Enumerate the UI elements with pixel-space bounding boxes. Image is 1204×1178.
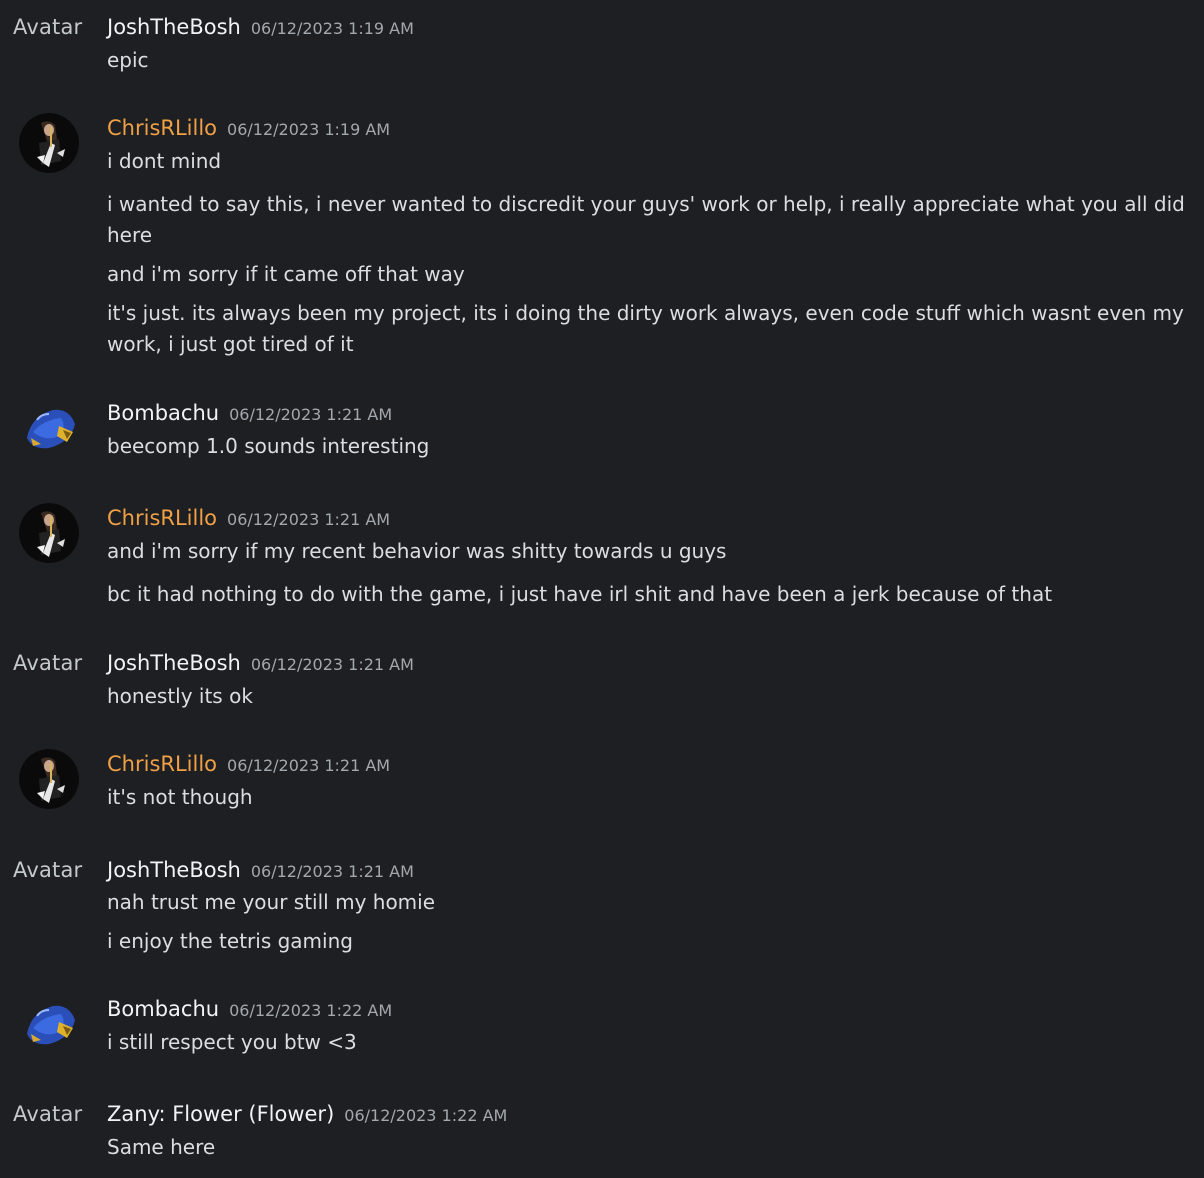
message-header: Bombachu 06/12/2023 1:21 AM [107,398,392,428]
message-header: ChrisRLillo 06/12/2023 1:21 AM [107,503,390,533]
message-header: ChrisRLillo 06/12/2023 1:19 AM [107,113,390,143]
message-text: nah trust me your still my homie [107,890,436,914]
message-text: i still respect you btw <3 [107,1030,357,1054]
avatar-placeholder-text[interactable]: Avatar [13,858,82,882]
username[interactable]: JoshTheBosh [107,651,241,675]
message-text: it's just. its always been my project, i… [107,301,1184,356]
timestamp: 06/12/2023 1:22 AM [229,1001,393,1020]
avatar-placeholder-text[interactable]: Avatar [13,15,82,39]
guitarist-avatar-icon[interactable] [19,113,79,173]
username[interactable]: ChrisRLillo [107,506,217,530]
bee-helmet-avatar-icon[interactable] [19,994,79,1054]
timestamp: 06/12/2023 1:21 AM [227,510,391,529]
username[interactable]: Zany: Flower (Flower) [107,1102,334,1126]
avatar-placeholder-text[interactable]: Avatar [13,651,82,675]
username[interactable]: Bombachu [107,997,219,1021]
timestamp: 06/12/2023 1:19 AM [227,120,391,139]
message-text: epic [107,48,149,72]
timestamp: 06/12/2023 1:19 AM [250,19,414,38]
username[interactable]: Bombachu [107,401,219,425]
timestamp: 06/12/2023 1:21 AM [250,655,414,674]
guitarist-avatar-icon[interactable] [19,503,79,563]
bee-helmet-avatar-icon[interactable] [19,398,79,458]
timestamp: 06/12/2023 1:22 AM [344,1106,508,1125]
timestamp: 06/12/2023 1:21 AM [229,405,393,424]
username[interactable]: JoshTheBosh [107,15,241,39]
username[interactable]: JoshTheBosh [107,858,241,882]
guitarist-avatar-icon[interactable] [19,749,79,809]
message-text: and i'm sorry if my recent behavior was … [107,539,727,563]
username[interactable]: ChrisRLillo [107,752,217,776]
message-header: JoshTheBosh 06/12/2023 1:21 AM [107,648,414,678]
chat-log: Avatar JoshTheBosh 06/12/2023 1:19 AM epi… [0,0,1204,1178]
message-header: JoshTheBosh 06/12/2023 1:19 AM [107,12,414,42]
message-header: Zany: Flower (Flower) 06/12/2023 1:22 AM [107,1099,507,1129]
message-text: it's not though [107,785,253,809]
message-text: i dont mind [107,149,222,173]
message-header: Bombachu 06/12/2023 1:22 AM [107,994,392,1024]
username[interactable]: ChrisRLillo [107,116,217,140]
message-text: honestly its ok [107,684,253,708]
message-header: JoshTheBosh 06/12/2023 1:21 AM [107,855,414,885]
message-text: i enjoy the tetris gaming [107,929,353,953]
message-text: Same here [107,1135,216,1159]
message-header: ChrisRLillo 06/12/2023 1:21 AM [107,749,390,779]
message-text: bc it had nothing to do with the game, i… [107,582,1053,606]
message-text: beecomp 1.0 sounds interesting [107,434,430,458]
timestamp: 06/12/2023 1:21 AM [227,756,391,775]
avatar-placeholder-text[interactable]: Avatar [13,1102,82,1126]
timestamp: 06/12/2023 1:21 AM [250,862,414,881]
message-text: and i'm sorry if it came off that way [107,262,465,286]
message-text: i wanted to say this, i never wanted to … [107,192,1185,247]
